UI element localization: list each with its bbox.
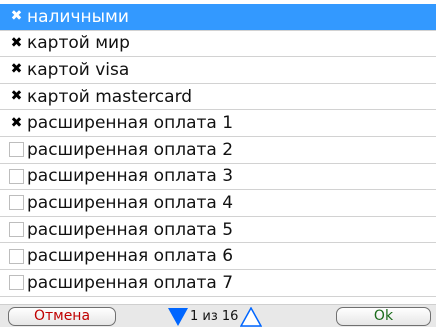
list-item-label: расширенная оплата 4 — [27, 192, 234, 213]
list-item-label: картой mastercard — [27, 86, 193, 107]
footer-bar: Отмена 1 из 16 Ok — [0, 304, 436, 327]
list-item[interactable]: расширенная оплата 2 — [0, 137, 436, 164]
checkbox-unchecked-icon[interactable] — [9, 195, 24, 211]
list-item[interactable]: картой мир — [0, 31, 436, 58]
checkbox-unchecked-icon[interactable] — [9, 168, 24, 184]
triangle-up-outline-icon[interactable] — [240, 306, 263, 327]
page-indicator: 1 из 16 — [190, 309, 239, 324]
checkbox-checked-icon[interactable] — [9, 61, 24, 78]
list-item[interactable]: картой mastercard — [0, 84, 436, 111]
list-item-label: расширенная оплата 7 — [27, 272, 234, 293]
list-item-label: расширенная оплата 3 — [27, 166, 234, 187]
list-item[interactable]: наличными — [0, 4, 436, 31]
list-item[interactable]: расширенная оплата 6 — [0, 243, 436, 270]
checkbox-unchecked-icon[interactable] — [9, 248, 24, 264]
pager: 1 из 16 — [168, 305, 263, 328]
triangle-down-icon[interactable] — [168, 307, 188, 326]
list-item-label: наличными — [27, 6, 129, 27]
list-item-label: расширенная оплата 1 — [27, 113, 234, 134]
list-item[interactable]: расширенная оплата 5 — [0, 217, 436, 244]
list-item[interactable]: расширенная оплата 4 — [0, 190, 436, 217]
list-item[interactable]: расширенная оплата 3 — [0, 164, 436, 191]
list-item[interactable]: расширенная оплата 1 — [0, 110, 436, 137]
checkbox-checked-icon[interactable] — [9, 115, 24, 131]
cancel-button[interactable]: Отмена — [8, 307, 116, 326]
list-item-label: расширенная оплата 2 — [27, 139, 234, 160]
checkbox-checked-icon[interactable] — [9, 8, 24, 25]
checkbox-unchecked-icon[interactable] — [9, 275, 24, 291]
list-item[interactable]: картой visa — [0, 57, 436, 84]
list-item-label: расширенная оплата 6 — [27, 246, 234, 267]
list-item-label: картой visa — [27, 59, 130, 80]
checkbox-unchecked-icon[interactable] — [9, 222, 24, 238]
list-item[interactable]: расширенная оплата 7 — [0, 270, 436, 297]
checkbox-checked-icon[interactable] — [9, 35, 24, 51]
list-item-label: картой мир — [27, 33, 130, 54]
checkbox-unchecked-icon[interactable] — [9, 142, 24, 158]
ok-button[interactable]: Ok — [336, 307, 431, 326]
checkbox-checked-icon[interactable] — [9, 88, 24, 105]
list-item-label: расширенная оплата 5 — [27, 219, 234, 240]
payment-method-list: наличными картой мир картой visa картой … — [0, 4, 436, 297]
